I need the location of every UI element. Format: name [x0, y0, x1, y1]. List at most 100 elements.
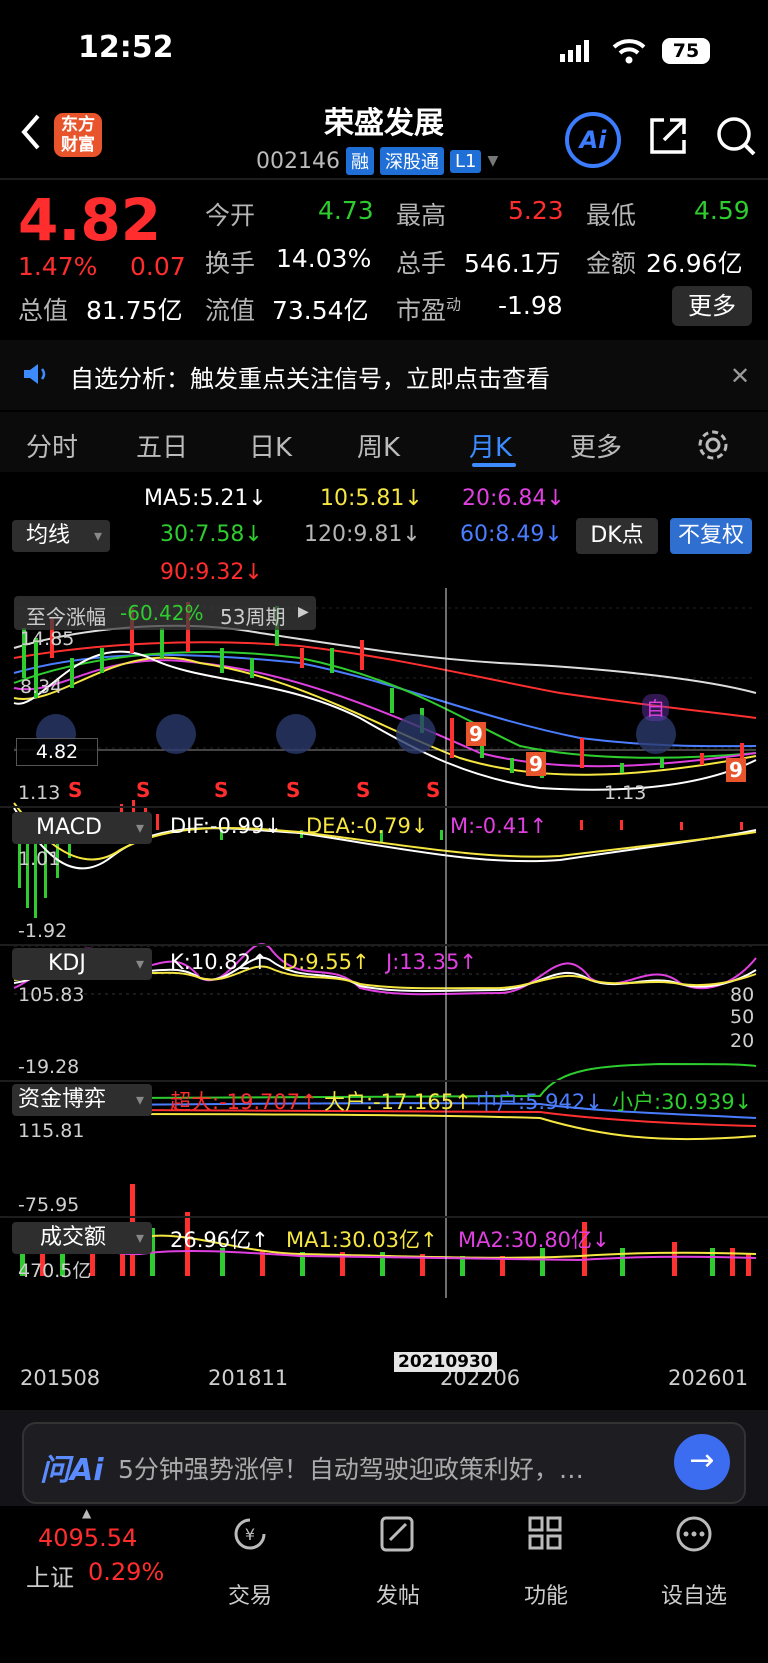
- more-dots-icon[interactable]: [644, 1512, 744, 1565]
- volume-label: 总手: [396, 249, 447, 278]
- ma60-value: 60:8.49↓: [460, 522, 563, 547]
- fund-super: 超大:-19.707↑: [170, 1090, 318, 1114]
- status-time: 12:52: [78, 30, 174, 65]
- x-axis-end: 202601: [668, 1366, 749, 1390]
- yen-cycle-icon[interactable]: ¥: [200, 1512, 300, 1565]
- ma120-value: 120:9.81↓: [304, 522, 421, 547]
- tag-margin: 融: [345, 147, 374, 175]
- ma90-value: 90:9.32↓: [160, 560, 263, 585]
- adjust-button[interactable]: 不复权: [670, 518, 752, 554]
- macd-bottom: -1.92: [18, 920, 68, 942]
- sell-mark-6: S: [426, 778, 441, 802]
- current-price: 4.82: [18, 186, 162, 254]
- kline-low-mark: 1.13: [604, 782, 647, 804]
- svg-text:¥: ¥: [245, 1525, 255, 1544]
- tab-daily[interactable]: 日K: [249, 427, 292, 464]
- share-icon[interactable]: [646, 114, 690, 162]
- search-icon[interactable]: [714, 114, 758, 162]
- nav-function[interactable]: 功能: [496, 1578, 596, 1610]
- kdj-bottom: -19.28: [18, 1056, 80, 1078]
- send-arrow-icon[interactable]: →: [674, 1434, 730, 1490]
- pe-value: -1.98: [498, 291, 563, 320]
- x-axis-2: 201811: [208, 1366, 289, 1390]
- index-change: 0.29%: [88, 1558, 165, 1586]
- amount-ma2: MA2:30.80亿↓: [458, 1228, 610, 1252]
- stock-code-row[interactable]: 002146 融 深股通 L1 ▼: [256, 147, 498, 175]
- sell-mark-2: S: [136, 778, 151, 802]
- amount-top: 470.5亿: [18, 1260, 92, 1282]
- close-icon[interactable]: ✕: [730, 362, 750, 390]
- signal-icon: [560, 40, 594, 66]
- amount-label: 金额: [586, 249, 637, 278]
- tab-more[interactable]: 更多: [570, 427, 622, 464]
- macd-dea: DEA:-0.79↓: [306, 814, 429, 838]
- notice-text: 自选分析：触发重点关注信号，立即点击查看: [70, 365, 550, 393]
- kdj-k: K:10.82↑: [170, 950, 269, 974]
- nine-mark-3: 9: [726, 758, 746, 782]
- fund-bottom: -75.95: [18, 1194, 80, 1216]
- mktcap-value: 81.75亿: [86, 296, 183, 325]
- sell-mark-1: S: [68, 778, 83, 802]
- nav-post[interactable]: 发帖: [348, 1578, 448, 1610]
- macd-select[interactable]: MACD: [12, 812, 152, 844]
- open-label: 今开: [205, 201, 256, 230]
- tab-five-day[interactable]: 五日: [136, 427, 188, 464]
- kline-mid-label: 8.34: [20, 676, 63, 698]
- macd-m: M:-0.41↑: [450, 814, 548, 838]
- pe-label: 市盈动: [396, 295, 462, 325]
- since-gain-label: 至今涨幅: [26, 605, 106, 629]
- chevron-right-icon: ▶: [298, 604, 309, 620]
- ma-select[interactable]: 均线: [12, 520, 110, 552]
- ask-ai-logo: 问Ai: [40, 1453, 104, 1488]
- nine-mark-2: 9: [526, 752, 546, 776]
- tab-intraday[interactable]: 分时: [26, 427, 78, 464]
- index-value[interactable]: 4095.54: [38, 1524, 137, 1552]
- fund-select[interactable]: 资金博弈: [12, 1084, 152, 1116]
- dk-button[interactable]: DK点: [576, 518, 658, 554]
- kdj-top: 105.83: [18, 984, 85, 1006]
- amount-value-label: 26.96亿↑: [170, 1228, 269, 1252]
- volume-value: 546.1万: [464, 249, 561, 278]
- nine-mark-1: 9: [466, 722, 486, 746]
- kline-high-label: 14.85: [20, 628, 75, 650]
- high-value: 5.23: [508, 196, 564, 225]
- marker-label: 自: [642, 694, 670, 721]
- fund-mid: 中户:5.942↓: [476, 1090, 603, 1114]
- macd-top: 1.01: [18, 848, 61, 870]
- nav-trade[interactable]: 交易: [200, 1578, 300, 1610]
- stock-code: 002146: [256, 148, 340, 174]
- change-value: 0.07: [130, 252, 186, 281]
- high-label: 最高: [396, 201, 447, 230]
- low-value: 4.59: [694, 196, 750, 225]
- crosshair-date: 20210930: [394, 1352, 497, 1372]
- tab-weekly[interactable]: 周K: [357, 427, 400, 464]
- ai-button[interactable]: Ai: [565, 112, 621, 168]
- sell-mark-5: S: [356, 778, 371, 802]
- tab-underline: [472, 463, 516, 467]
- kdj-select[interactable]: KDJ: [12, 948, 152, 980]
- zoom-in-icon: [276, 714, 316, 754]
- open-value: 4.73: [318, 196, 374, 225]
- kline-low-label: 1.13: [18, 782, 61, 804]
- battery-icon: 75: [662, 38, 710, 64]
- amount-select[interactable]: 成交额: [12, 1222, 152, 1254]
- edit-icon[interactable]: [348, 1512, 448, 1565]
- change-pct: 1.47%: [18, 252, 98, 281]
- prev-icon: [396, 714, 436, 754]
- float-value: 73.54亿: [272, 296, 369, 325]
- index-name: 上证: [26, 1564, 74, 1592]
- wifi-icon: [612, 38, 646, 68]
- settings-icon[interactable]: [696, 428, 730, 466]
- nav-add-watchlist[interactable]: 设自选: [644, 1578, 744, 1610]
- float-label: 流值: [205, 296, 256, 325]
- tab-monthly[interactable]: 月K: [469, 427, 512, 464]
- grid-icon[interactable]: [496, 1512, 596, 1565]
- sell-mark-4: S: [286, 778, 301, 802]
- amount-value: 26.96亿: [646, 249, 743, 278]
- speaker-icon: [22, 362, 50, 390]
- since-gain-value: -60.42%: [120, 601, 204, 625]
- panel-divider: [0, 806, 768, 808]
- ma30-value: 30:7.58↓: [160, 522, 263, 547]
- turnover-value: 14.03%: [276, 244, 372, 273]
- more-button[interactable]: 更多: [672, 286, 752, 326]
